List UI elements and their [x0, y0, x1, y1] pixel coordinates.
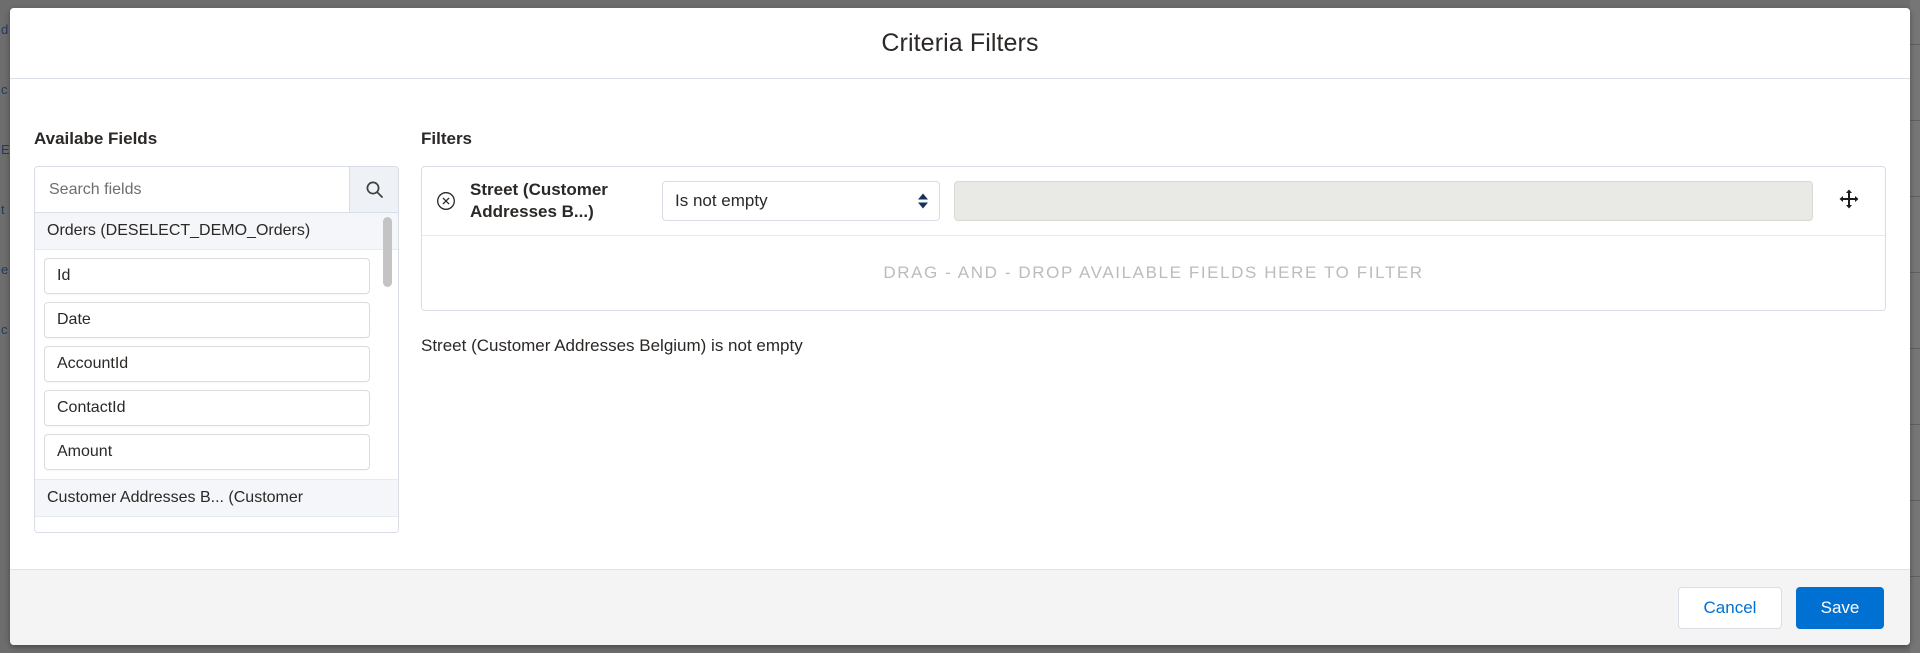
filter-operator-select[interactable]: Is not empty [662, 181, 940, 221]
available-fields-heading: Availabe Fields [34, 129, 158, 148]
backdrop-right-scroll-strip [1910, 0, 1920, 653]
search-icon [365, 180, 384, 199]
filters-heading: Filters [421, 129, 473, 148]
available-fields-column: Availabe Fields Search fields Orders (DE… [34, 129, 399, 533]
page-title: Criteria Filters [881, 28, 1039, 57]
filter-dropzone[interactable]: DRAG - AND - DROP AVAILABLE FIELDS HERE … [422, 236, 1885, 310]
search-row [35, 167, 398, 213]
field-item[interactable]: ContactId [44, 390, 370, 426]
filter-field-label: Street (Customer Addresses B...) [470, 180, 608, 221]
filters-panel: Street (Customer Addresses B...) Is not … [421, 166, 1886, 311]
cancel-button[interactable]: Cancel [1678, 586, 1782, 629]
filter-operator-value: Is not empty [675, 191, 768, 210]
criteria-filters-modal: Criteria Filters Availabe Fields Search … [10, 8, 1910, 645]
remove-filter-icon[interactable] [436, 191, 456, 211]
modal-footer: Cancel Save [10, 569, 1910, 645]
field-item[interactable]: AccountId [44, 346, 370, 382]
field-group-header: Orders (DESELECT_DEMO_Orders) [35, 213, 398, 250]
fields-list-scrollbar[interactable] [383, 217, 392, 441]
field-group-header: Customer Addresses B... (Customer [35, 479, 398, 517]
modal-body: Availabe Fields Search fields Orders (DE… [10, 79, 1910, 569]
modal-header: Criteria Filters [10, 8, 1910, 79]
fields-list[interactable]: Orders (DESELECT_DEMO_Orders) Id Date Ac… [35, 213, 398, 532]
available-fields-panel: Orders (DESELECT_DEMO_Orders) Id Date Ac… [34, 166, 399, 533]
filter-row: Street (Customer Addresses B...) Is not … [422, 167, 1885, 236]
save-button[interactable]: Save [1796, 586, 1884, 629]
move-handle-icon [1839, 189, 1859, 214]
spinner-arrows-icon [918, 193, 928, 209]
search-button[interactable] [349, 167, 398, 212]
field-item[interactable]: Amount [44, 434, 370, 470]
filter-value-input[interactable] [954, 181, 1813, 221]
search-input[interactable] [35, 167, 349, 212]
scrollbar-thumb[interactable] [383, 217, 392, 287]
filters-column: Filters Street (Customer Addresses B...) [421, 129, 1886, 533]
field-item[interactable]: Date [44, 302, 370, 338]
filter-drag-handle[interactable] [1827, 189, 1871, 214]
field-item[interactable]: Id [44, 258, 370, 294]
filter-summary-text: Street (Customer Addresses Belgium) is n… [421, 336, 803, 355]
